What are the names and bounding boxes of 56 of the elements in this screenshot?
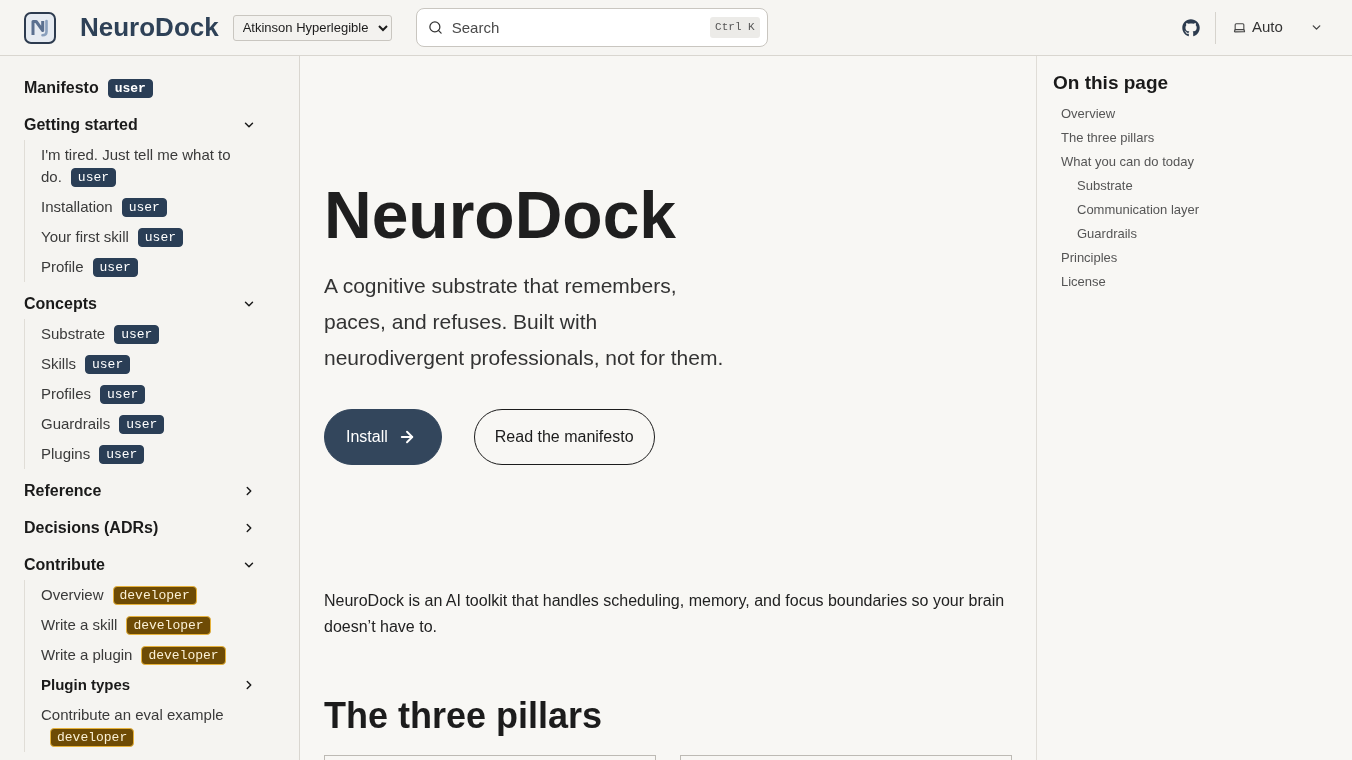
- sidebar-group-toggle[interactable]: Plugin types: [41, 670, 256, 700]
- sidebar-group-toggle[interactable]: Reference: [24, 475, 256, 506]
- toc-link[interactable]: Overview: [1061, 102, 1352, 126]
- hero-tagline: A cognitive substrate that remembers, paces, and refuses. Built with neurodivergent professionals, not for them.: [324, 273, 725, 371]
- toc-link[interactable]: The three pillars: [1061, 126, 1352, 150]
- sidebar-link[interactable]: Plugins user: [41, 439, 241, 469]
- keyboard-shortcut: Ctrl K: [710, 17, 760, 38]
- sidebar-link[interactable]: Profile user: [41, 252, 241, 282]
- toc-link[interactable]: What you can do today: [1061, 150, 1352, 174]
- sidebar-link[interactable]: Profiles user: [41, 379, 241, 409]
- laptop-icon: [1233, 21, 1246, 34]
- search-icon: [427, 20, 443, 35]
- toc-link[interactable]: Principles: [1061, 246, 1352, 270]
- sidebar-group-toggle[interactable]: Concepts: [24, 288, 256, 319]
- sidebar-link[interactable]: Contribute an eval example developer: [41, 700, 241, 752]
- audience-tag: user: [119, 415, 165, 434]
- toc-link[interactable]: Guardrails: [1077, 222, 1352, 246]
- install-button[interactable]: Install: [324, 409, 442, 465]
- toc-link[interactable]: Communication layer: [1077, 198, 1352, 222]
- sidebar-group-toggle[interactable]: Decisions (ADRs): [24, 512, 256, 543]
- sidebar-link[interactable]: I'm tired. Just tell me what to do. user: [41, 140, 241, 192]
- sidebar-link[interactable]: Write a plugin developer: [41, 640, 241, 670]
- sidebar-link[interactable]: Substrate user: [41, 319, 241, 349]
- sidebar-link[interactable]: Overview developer: [41, 580, 241, 610]
- section-heading: The three pillars: [324, 694, 604, 738]
- github-icon[interactable]: [1182, 18, 1200, 37]
- audience-tag: developer: [50, 728, 135, 747]
- audience-tag: developer: [112, 586, 197, 605]
- theme-select[interactable]: Auto: [1233, 16, 1323, 39]
- sidebar-link[interactable]: Installation user: [41, 192, 241, 222]
- audience-tag: user: [114, 325, 160, 344]
- audience-tag: user: [85, 355, 131, 374]
- sidebar-link[interactable]: Your first skill user: [41, 222, 241, 252]
- sidebar-link[interactable]: Write a skill developer: [41, 610, 241, 640]
- toc-link[interactable]: License: [1061, 270, 1352, 294]
- audience-tag: user: [70, 168, 117, 187]
- audience-tag: user: [107, 79, 153, 98]
- audience-tag: developer: [141, 646, 226, 665]
- hero-title: NeuroDock: [324, 179, 678, 251]
- sidebar-link[interactable]: Guardrails user: [41, 409, 241, 439]
- audience-tag: developer: [126, 616, 211, 635]
- site-title[interactable]: NeuroDock: [80, 8, 219, 47]
- toc-title: On this page: [1053, 72, 1170, 94]
- audience-tag: user: [99, 445, 145, 464]
- audience-tag: user: [121, 198, 167, 217]
- sidebar-top-link[interactable]: Manifesto user: [24, 72, 256, 103]
- sidebar-group-toggle[interactable]: Getting started: [24, 109, 256, 140]
- toc-link[interactable]: Substrate: [1077, 174, 1352, 198]
- sidebar-link[interactable]: Skills user: [41, 349, 241, 379]
- audience-tag: user: [92, 258, 138, 277]
- intro-paragraph: NeuroDock is an AI toolkit that handles scheduling, memory, and focus boundaries so your brain doesn’t have to.: [324, 591, 1006, 637]
- audience-tag: user: [137, 228, 184, 247]
- sidebar-group-toggle[interactable]: Contribute: [24, 549, 256, 580]
- logo-icon[interactable]: [24, 11, 56, 44]
- font-select[interactable]: Atkinson Hyperlegible: [232, 14, 392, 41]
- audience-tag: user: [100, 385, 146, 404]
